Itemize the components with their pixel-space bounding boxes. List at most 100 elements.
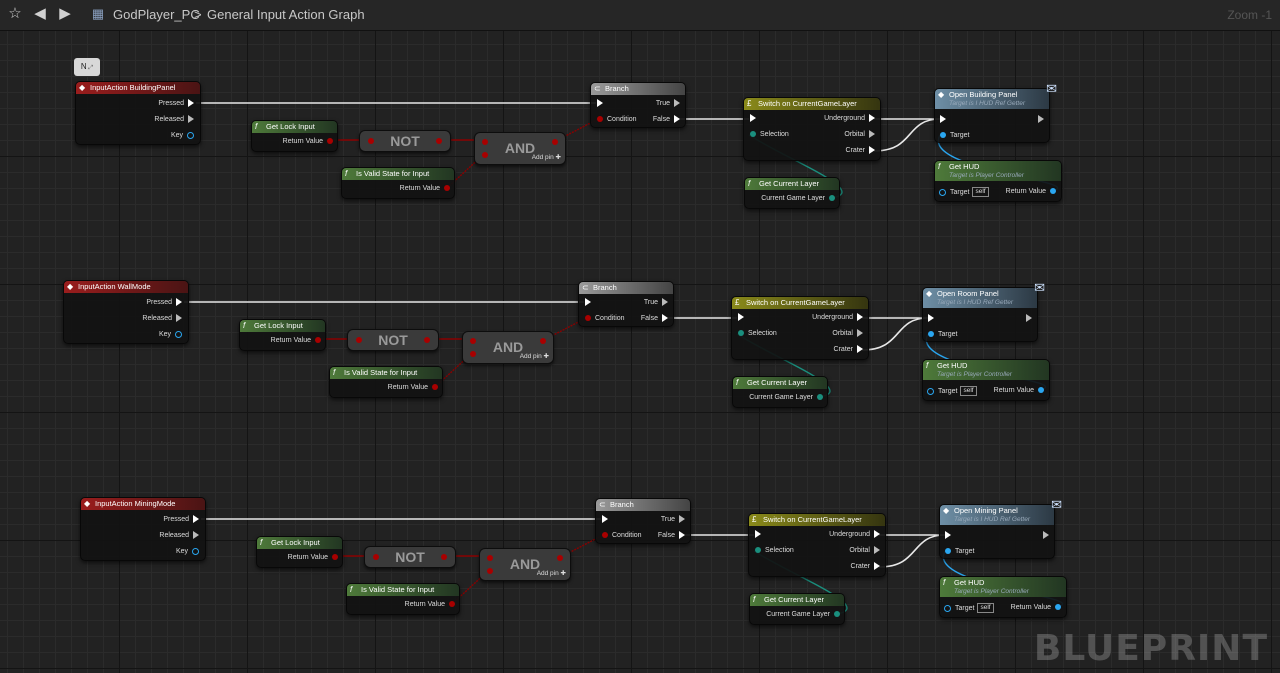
open-panel-exec-in-pin[interactable] (940, 115, 950, 124)
open-panel-exec-in-pin[interactable] (928, 314, 938, 323)
selection-pin-pin[interactable] (755, 547, 761, 554)
graph-canvas[interactable]: N ⤢ ◆ InputAction BuildingPanel Pressed Rel… (0, 31, 1280, 673)
pressed-pin-pin[interactable] (193, 515, 199, 524)
crater-pin-pin[interactable] (874, 562, 880, 571)
comment-bubble[interactable]: N ⤢ (74, 58, 100, 76)
true-pin-pin[interactable] (662, 298, 668, 307)
underground-pin[interactable]: Underground (824, 114, 875, 123)
false-pin-pin[interactable] (674, 115, 680, 124)
get-hud-target-pin[interactable]: Target self (939, 187, 989, 197)
return-value-pin[interactable]: Return Value (400, 184, 450, 193)
current-game-layer-pin[interactable]: Current Game Layer (749, 393, 823, 402)
get-hud-target-pin-pin[interactable] (939, 188, 946, 196)
get-hud-target-pin[interactable]: Target self (944, 603, 994, 613)
switch-exec-in-pin-pin[interactable] (738, 313, 744, 322)
condition-pin-pin[interactable] (597, 116, 603, 123)
switch-exec-in-pin[interactable] (755, 530, 765, 539)
underground-pin-pin[interactable] (857, 313, 863, 322)
and-node[interactable]: AND Add pin ✚ (479, 548, 571, 581)
open-panel-exec-in-pin[interactable] (945, 531, 955, 540)
input-action-event-node[interactable]: ◆ InputAction BuildingPanel Pressed Release… (75, 81, 201, 145)
branch-exec-in-pin[interactable] (585, 298, 595, 307)
crater-pin[interactable]: Crater (851, 562, 880, 571)
not-node[interactable]: NOT (364, 546, 456, 568)
underground-pin[interactable]: Underground (829, 530, 880, 539)
get-hud-return-pin[interactable]: Return Value (994, 386, 1044, 395)
condition-pin[interactable]: Condition (597, 115, 637, 124)
branch-exec-in-pin[interactable] (602, 515, 612, 524)
key-pin-pin[interactable] (175, 330, 182, 338)
open-panel-exec-out-pin[interactable] (1034, 115, 1044, 124)
released-pin[interactable]: Released (154, 115, 194, 124)
breadcrumb-root[interactable]: GodPlayer_PC (113, 7, 200, 22)
target-pin-pin[interactable] (945, 548, 951, 555)
back-arrow-icon[interactable]: ◀ (31, 5, 49, 23)
target-pin[interactable]: Target (945, 547, 974, 556)
input-action-event-node[interactable]: ◆ InputAction MiningMode Pressed Released Ke… (80, 497, 206, 561)
self-box[interactable]: self (977, 603, 994, 613)
return-value-pin-pin[interactable] (444, 185, 450, 192)
is-valid-state-node[interactable]: f Is Valid State for Input Return Value (341, 167, 455, 199)
return-value-pin[interactable]: Return Value (405, 600, 455, 609)
key-pin[interactable]: Key (176, 547, 199, 556)
false-pin-pin[interactable] (679, 531, 685, 540)
return-value-pin[interactable]: Return Value (388, 383, 438, 392)
open-panel-exec-out-pin[interactable] (1039, 531, 1049, 540)
return-value-pin-pin[interactable] (315, 337, 321, 344)
open-panel-exec-in-pin-pin[interactable] (928, 314, 934, 323)
true-pin[interactable]: True (644, 298, 668, 307)
get-current-layer-node[interactable]: f Get Current Layer Current Game Layer (732, 376, 828, 408)
switch-exec-in-pin-pin[interactable] (755, 530, 761, 539)
add-pin-button[interactable]: Add pin ✚ (532, 153, 561, 162)
current-game-layer-pin[interactable]: Current Game Layer (761, 194, 835, 203)
crater-pin-pin[interactable] (857, 345, 863, 354)
released-pin[interactable]: Released (159, 531, 199, 540)
return-value-pin[interactable]: Return Value (271, 336, 321, 345)
false-pin[interactable]: False (653, 115, 680, 124)
star-icon[interactable]: ☆ (6, 5, 24, 23)
condition-pin-pin[interactable] (585, 315, 591, 322)
crater-pin[interactable]: Crater (846, 146, 875, 155)
condition-pin-pin[interactable] (602, 532, 608, 539)
pressed-pin[interactable]: Pressed (158, 99, 194, 108)
switch-exec-in-pin[interactable] (738, 313, 748, 322)
orbital-pin-pin[interactable] (874, 546, 880, 555)
get-hud-return-pin[interactable]: Return Value (1006, 187, 1056, 196)
return-value-pin-pin[interactable] (449, 601, 455, 608)
switch-node[interactable]: £ Switch on CurrentGameLayer Selection Unde… (731, 296, 869, 360)
branch-node[interactable]: ⊂ Branch Condition True False (590, 82, 686, 128)
switch-exec-in-pin[interactable] (750, 114, 760, 123)
add-pin-button[interactable]: Add pin ✚ (537, 569, 566, 578)
wire[interactable] (861, 317, 929, 351)
is-valid-state-node[interactable]: f Is Valid State for Input Return Value (346, 583, 460, 615)
not-node[interactable]: NOT (347, 329, 439, 351)
open-panel-node[interactable]: ◆ Open Building Panel Target is I HUD Ref … (934, 81, 1057, 143)
target-pin[interactable]: Target (940, 131, 969, 140)
branch-exec-in-pin-pin[interactable] (597, 99, 603, 108)
add-pin-button[interactable]: Add pin ✚ (520, 352, 549, 361)
get-current-layer-node[interactable]: f Get Current Layer Current Game Layer (749, 593, 845, 625)
is-valid-state-node[interactable]: f Is Valid State for Input Return Value (329, 366, 443, 398)
false-pin[interactable]: False (641, 314, 668, 323)
return-value-pin[interactable]: Return Value (283, 137, 333, 146)
crater-pin[interactable]: Crater (834, 345, 863, 354)
orbital-pin-pin[interactable] (869, 130, 875, 139)
open-panel-exec-in-pin-pin[interactable] (945, 531, 951, 540)
return-value-pin-pin[interactable] (332, 554, 338, 561)
selection-pin[interactable]: Selection (750, 130, 789, 139)
get-hud-return-pin-pin[interactable] (1050, 188, 1056, 195)
and-node[interactable]: AND Add pin ✚ (462, 331, 554, 364)
pressed-pin-pin[interactable] (176, 298, 182, 307)
return-value-pin[interactable]: Return Value (288, 553, 338, 562)
open-panel-exec-out-pin[interactable] (1022, 314, 1032, 323)
branch-exec-in-pin[interactable] (597, 99, 607, 108)
key-pin[interactable]: Key (159, 330, 182, 339)
get-hud-return-pin-pin[interactable] (1038, 387, 1044, 394)
open-panel-exec-out-pin-pin[interactable] (1043, 531, 1049, 540)
orbital-pin-pin[interactable] (857, 329, 863, 338)
pressed-pin[interactable]: Pressed (146, 298, 182, 307)
released-pin-pin[interactable] (193, 531, 199, 540)
get-hud-target-pin[interactable]: Target self (927, 386, 977, 396)
branch-exec-in-pin-pin[interactable] (602, 515, 608, 524)
input-action-event-node[interactable]: ◆ InputAction WallMode Pressed Released Key (63, 280, 189, 344)
